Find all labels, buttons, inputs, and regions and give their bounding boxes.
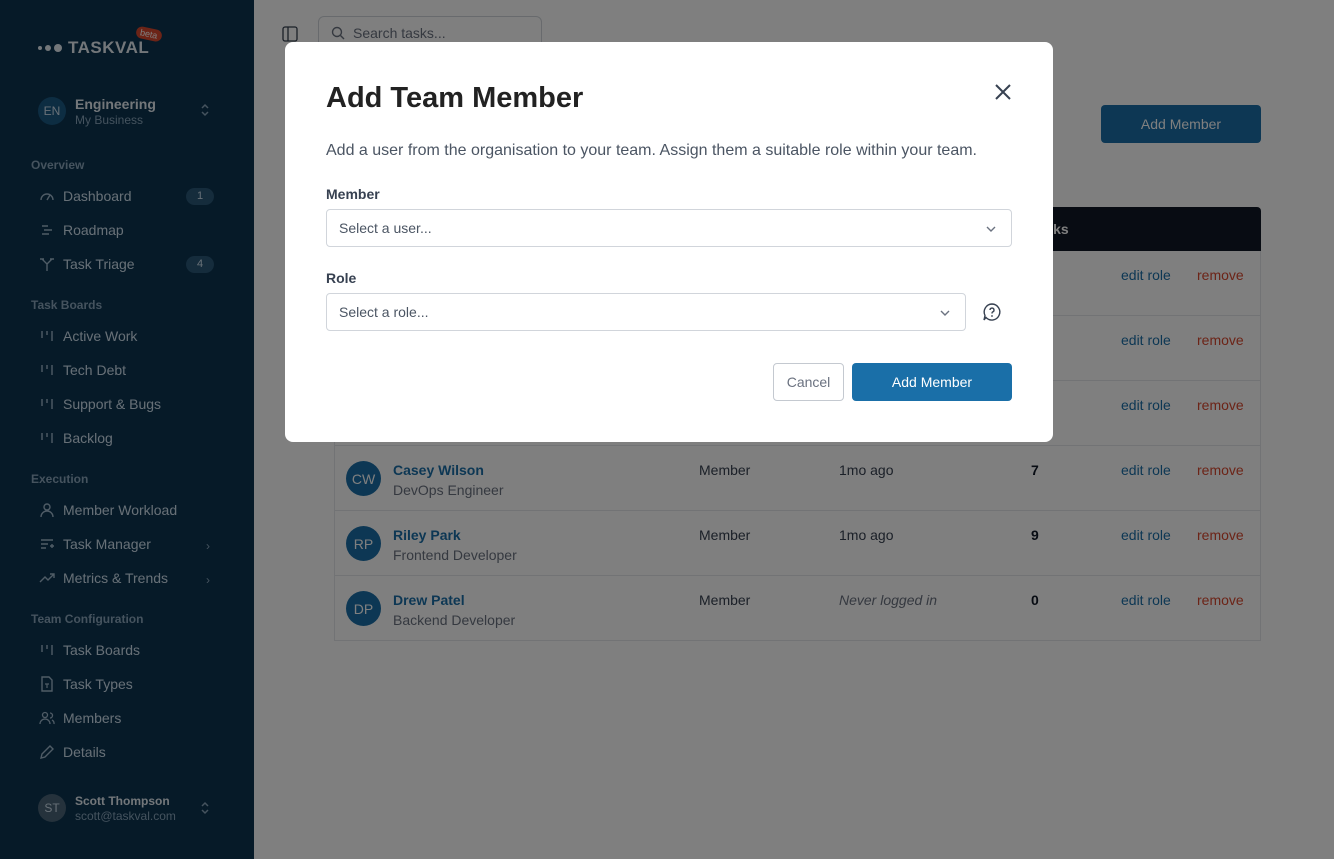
- role-label: Role: [326, 270, 357, 286]
- help-icon[interactable]: [982, 302, 1002, 322]
- member-select-placeholder: Select a user...: [339, 220, 432, 236]
- member-select[interactable]: Select a user...: [326, 209, 1012, 247]
- add-team-member-dialog: Add Team Member Add a user from the orga…: [285, 42, 1053, 442]
- close-icon[interactable]: [991, 80, 1015, 104]
- dialog-description: Add a user from the organisation to your…: [326, 142, 977, 159]
- member-label: Member: [326, 186, 380, 202]
- submit-add-member-button[interactable]: Add Member: [852, 363, 1012, 401]
- chevron-down-icon: [940, 310, 950, 316]
- dialog-title: Add Team Member: [326, 82, 584, 114]
- chevron-down-icon: [986, 226, 996, 232]
- role-select[interactable]: Select a role...: [326, 293, 966, 331]
- cancel-button[interactable]: Cancel: [773, 363, 844, 401]
- role-select-placeholder: Select a role...: [339, 304, 429, 320]
